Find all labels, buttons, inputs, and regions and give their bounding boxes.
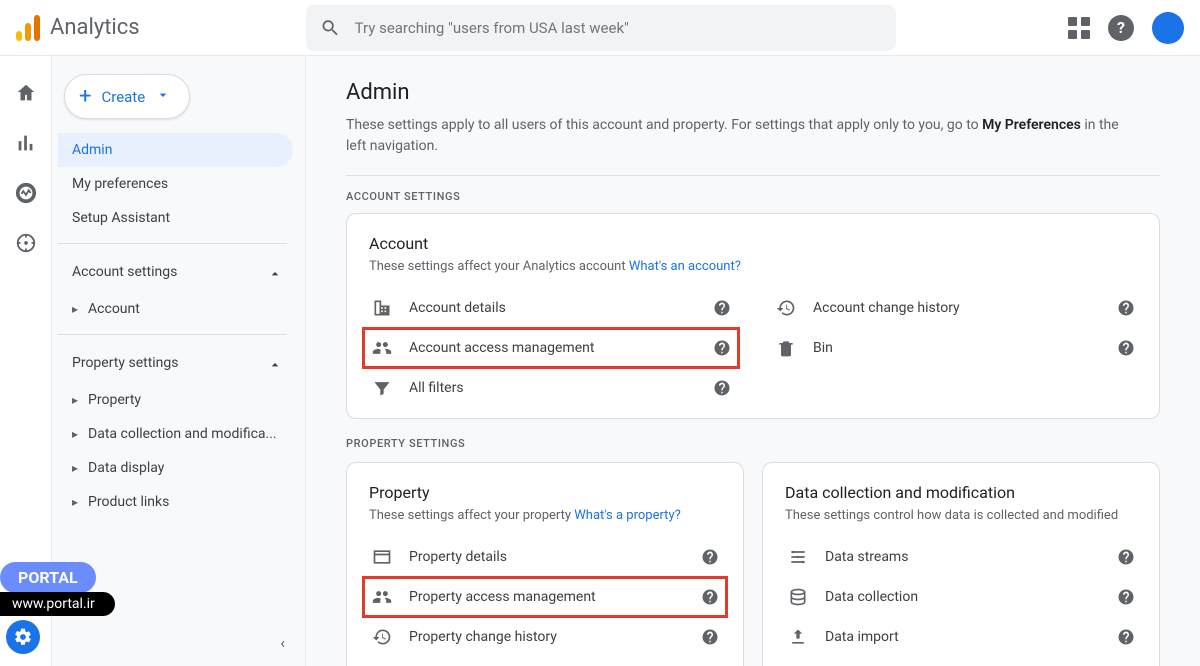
home-icon[interactable] [15, 82, 37, 104]
arrow-right-icon: ▸ [72, 461, 78, 475]
sidebar-item-setup-assistant[interactable]: Setup Assistant [58, 201, 293, 235]
app-header: Analytics ? [0, 0, 1200, 56]
help-icon[interactable] [1115, 337, 1137, 359]
filter-icon [369, 378, 395, 398]
section-label-account: ACCOUNT SETTINGS [346, 190, 1160, 203]
row-all-filters[interactable]: All filters [369, 368, 733, 408]
card-desc: These settings control how data is colle… [785, 508, 1137, 523]
account-card: Account These settings affect your Analy… [346, 213, 1160, 419]
card-title: Property [369, 483, 721, 502]
main-content: Admin These settings apply to all users … [306, 56, 1200, 666]
reports-icon[interactable] [15, 132, 37, 154]
card-desc: These settings affect your property What… [369, 508, 721, 523]
help-icon[interactable] [711, 337, 733, 359]
search-icon [320, 17, 341, 39]
row-scheduled-emails[interactable]: Scheduled emails [369, 657, 721, 666]
page-title: Admin [346, 80, 1160, 105]
search-bar[interactable] [306, 5, 896, 51]
help-icon[interactable]: ? [1108, 15, 1134, 41]
help-icon[interactable] [711, 377, 733, 399]
watermark-url: www.portal.ir [0, 592, 115, 616]
gear-badge-icon[interactable] [6, 620, 40, 654]
help-icon[interactable] [699, 546, 721, 568]
chevron-down-icon [155, 87, 171, 107]
brand-text: Analytics [50, 15, 140, 40]
sidebar-group-property-settings[interactable]: Property settings [58, 343, 293, 383]
card-title: Data collection and modification [785, 483, 1137, 502]
sidebar-item-admin[interactable]: Admin [58, 133, 293, 167]
trash-icon [773, 338, 799, 358]
arrow-right-icon: ▸ [72, 393, 78, 407]
create-button[interactable]: + Create [64, 74, 190, 119]
help-icon[interactable] [1115, 626, 1137, 648]
whats-a-property-link[interactable]: What's a property? [574, 508, 680, 523]
upload-icon [785, 627, 811, 647]
apps-icon[interactable] [1068, 17, 1090, 39]
analytics-logo-icon [16, 15, 40, 41]
avatar[interactable] [1152, 12, 1184, 44]
whats-an-account-link[interactable]: What's an account? [629, 259, 741, 274]
row-data-collection[interactable]: Data collection [785, 577, 1137, 617]
watermark-pill: PORTAL [0, 562, 96, 593]
arrow-right-icon: ▸ [72, 302, 78, 316]
section-label-property: PROPERTY SETTINGS [346, 437, 1160, 450]
help-icon[interactable] [699, 626, 721, 648]
chevron-up-icon [267, 262, 283, 282]
history-icon [773, 298, 799, 318]
card-desc: These settings affect your Analytics acc… [369, 259, 1137, 274]
search-input[interactable] [355, 19, 882, 37]
help-icon[interactable] [1115, 586, 1137, 608]
row-account-change-history[interactable]: Account change history [773, 288, 1137, 328]
webasset-icon [369, 547, 395, 567]
row-property-access-management[interactable]: Property access management [363, 577, 727, 617]
plus-icon: + [79, 84, 91, 109]
header-actions: ? [1068, 12, 1184, 44]
row-account-details[interactable]: Account details [369, 288, 733, 328]
help-icon[interactable] [699, 586, 721, 608]
row-bin[interactable]: Bin [773, 328, 1137, 368]
divider [58, 243, 287, 244]
row-property-change-history[interactable]: Property change history [369, 617, 721, 657]
chevron-up-icon [267, 353, 283, 373]
advertising-icon[interactable] [15, 232, 37, 254]
page-description: These settings apply to all users of thi… [346, 115, 1126, 157]
history-icon [369, 627, 395, 647]
arrow-right-icon: ▸ [72, 495, 78, 509]
create-label: Create [101, 88, 145, 106]
sidebar-item-my-preferences[interactable]: My preferences [58, 167, 293, 201]
sidebar-sub-data-collection[interactable]: ▸Data collection and modifica... [58, 417, 293, 451]
sidebar-group-account-settings[interactable]: Account settings [58, 252, 293, 292]
row-data-streams[interactable]: Data streams [785, 537, 1137, 577]
watermark: PORTAL www.portal.ir [0, 562, 115, 616]
people-icon [369, 338, 395, 358]
card-title: Account [369, 234, 1137, 253]
row-account-access-management[interactable]: Account access management [363, 328, 739, 368]
brand[interactable]: Analytics [16, 15, 306, 41]
streams-icon [785, 547, 811, 567]
database-icon [785, 587, 811, 607]
divider [346, 175, 1160, 176]
help-icon[interactable] [1115, 297, 1137, 319]
arrow-right-icon: ▸ [72, 427, 78, 441]
divider [58, 334, 287, 335]
sidebar-sub-product-links[interactable]: ▸Product links [58, 485, 293, 519]
sidebar-sub-account[interactable]: ▸Account [58, 292, 293, 326]
property-card: Property These settings affect your prop… [346, 462, 744, 666]
sidebar-sub-property[interactable]: ▸Property [58, 383, 293, 417]
row-data-retention[interactable]: Data retention [785, 657, 1137, 666]
data-collection-card: Data collection and modification These s… [762, 462, 1160, 666]
row-property-details[interactable]: Property details [369, 537, 721, 577]
collapse-sidebar-icon[interactable]: ‹ [280, 633, 285, 652]
people-icon [369, 587, 395, 607]
help-icon[interactable] [1115, 546, 1137, 568]
sidebar-sub-data-display[interactable]: ▸Data display [58, 451, 293, 485]
row-data-import[interactable]: Data import [785, 617, 1137, 657]
explore-icon[interactable] [15, 182, 37, 204]
help-icon[interactable] [711, 297, 733, 319]
domain-icon [369, 298, 395, 318]
